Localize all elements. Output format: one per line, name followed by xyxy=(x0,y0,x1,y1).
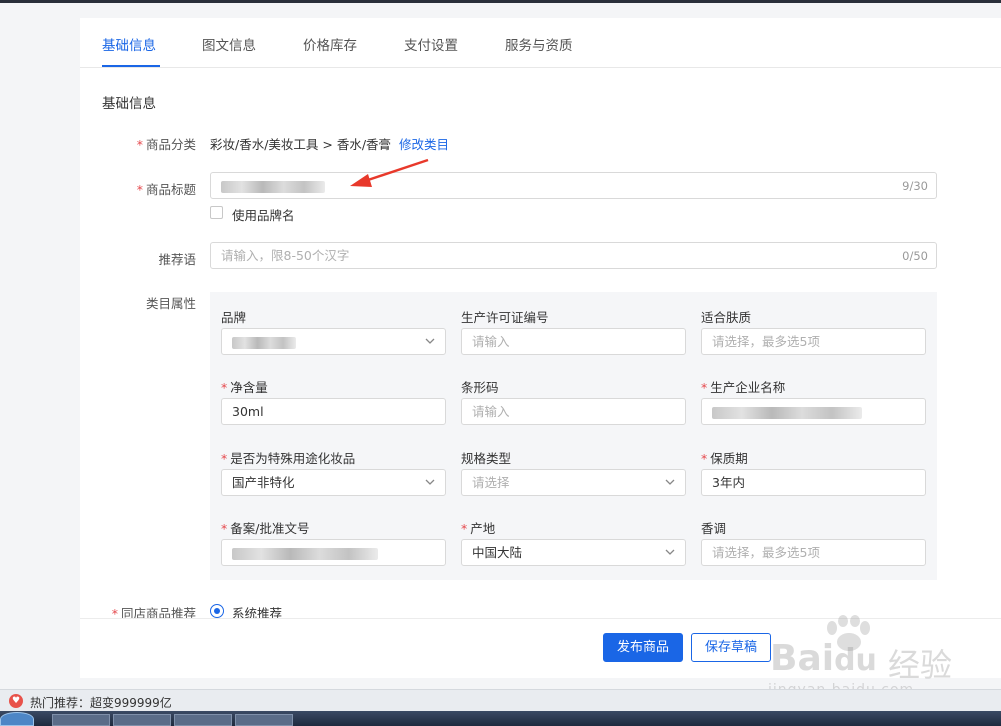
blurred-manufacturer-text xyxy=(712,406,862,419)
category-path: 彩妆/香水/美妆工具 > 香水/香膏 修改类目 xyxy=(210,134,449,153)
license-no-label: 生产许可证编号 xyxy=(461,310,549,325)
shelf-life-input[interactable]: 3年内 xyxy=(701,469,926,496)
net-content-value: 30ml xyxy=(232,404,264,419)
blurred-title-text xyxy=(221,180,325,193)
brand-select[interactable] xyxy=(221,328,446,355)
tab-graphic-info[interactable]: 图文信息 xyxy=(202,34,256,54)
origin-label: * 产地 xyxy=(461,521,496,536)
skin-type-label: 适合肤质 xyxy=(701,310,752,325)
license-no-input[interactable]: 请输入 xyxy=(461,328,686,355)
taskbar-item-folder[interactable] xyxy=(52,714,110,726)
tab-basic-info[interactable]: 基础信息 xyxy=(102,34,156,54)
scent-placeholder: 请选择，最多选5项 xyxy=(712,545,820,560)
chevron-down-icon xyxy=(425,479,435,485)
net-content-input[interactable]: 30ml xyxy=(221,398,446,425)
special-use-value: 国产非特化 xyxy=(232,475,295,490)
taskbar-item-browser[interactable] xyxy=(174,714,232,726)
start-button[interactable] xyxy=(0,712,34,726)
use-brand-label: 使用品牌名 xyxy=(232,208,295,223)
os-taskbar xyxy=(0,711,1001,726)
brand-label: 品牌 xyxy=(221,310,247,325)
category-path-text: 彩妆/香水/美妆工具 > 香水/香膏 xyxy=(210,137,392,152)
tab-price-stock[interactable]: 价格库存 xyxy=(303,34,357,54)
watermark-cn: 经验 xyxy=(888,646,953,684)
scent-select[interactable]: 请选择，最多选5项 xyxy=(701,539,926,566)
save-draft-button[interactable]: 保存草稿 xyxy=(691,633,771,662)
chevron-down-icon xyxy=(665,549,675,555)
edit-category-link[interactable]: 修改类目 xyxy=(399,137,449,152)
slogan-placeholder: 请输入，限8-50个汉字 xyxy=(221,248,350,263)
blurred-brand-text xyxy=(232,336,296,349)
shelf-life-value: 3年内 xyxy=(712,475,745,490)
title-input[interactable]: 9/30 xyxy=(210,172,937,199)
taskbar-item-app[interactable] xyxy=(113,714,171,726)
title-label: * 商品标题 xyxy=(136,182,196,197)
use-brand-checkbox[interactable] xyxy=(210,206,223,219)
product-form-card: 基础信息 图文信息 价格库存 支付设置 服务与资质 基础信息 * 商品分类 彩妆/… xyxy=(80,18,1001,678)
tab-bar: 基础信息 图文信息 价格库存 支付设置 服务与资质 xyxy=(80,18,1001,68)
barcode-label: 条形码 xyxy=(461,380,499,395)
attributes-panel: 品牌 生产许可证编号 请输入 适合肤质 请选择，最多选5项 * 净含量 30ml … xyxy=(210,292,937,580)
skin-type-select[interactable]: 请选择，最多选5项 xyxy=(701,328,926,355)
watermark-brand: Baidu xyxy=(770,638,877,679)
spec-type-select[interactable]: 请选择 xyxy=(461,469,686,496)
category-label: * 商品分类 xyxy=(136,137,196,152)
origin-select[interactable]: 中国大陆 xyxy=(461,539,686,566)
tab-payment-settings[interactable]: 支付设置 xyxy=(404,34,458,54)
chevron-down-icon xyxy=(665,479,675,485)
scent-label: 香调 xyxy=(701,521,727,536)
barcode-placeholder: 请输入 xyxy=(472,404,510,419)
status-text[interactable]: 热门推荐：超变999999亿 xyxy=(30,694,172,711)
active-tab-indicator xyxy=(102,65,160,67)
publish-button[interactable]: 发布商品 xyxy=(603,633,683,662)
license-no-placeholder: 请输入 xyxy=(472,334,510,349)
section-title: 基础信息 xyxy=(102,96,156,112)
barcode-input[interactable]: 请输入 xyxy=(461,398,686,425)
taskbar-item-media[interactable] xyxy=(235,714,293,726)
manufacturer-input[interactable] xyxy=(701,398,926,425)
title-counter: 9/30 xyxy=(902,179,928,193)
spec-type-placeholder: 请选择 xyxy=(472,475,510,490)
manufacturer-label: * 生产企业名称 xyxy=(701,380,786,395)
slogan-input[interactable]: 请输入，限8-50个汉字 0/50 xyxy=(210,242,937,269)
window-top-bar xyxy=(0,0,1001,3)
filing-no-input[interactable] xyxy=(221,539,446,566)
spec-type-label: 规格类型 xyxy=(461,451,512,466)
tab-service-qualification[interactable]: 服务与资质 xyxy=(505,34,573,54)
special-use-label: * 是否为特殊用途化妆品 xyxy=(221,451,356,466)
chevron-down-icon xyxy=(425,338,435,344)
system-recommend-radio[interactable] xyxy=(210,604,224,618)
filing-no-label: * 备案/批准文号 xyxy=(221,521,310,536)
red-arrow-annotation xyxy=(350,158,429,187)
special-use-select[interactable]: 国产非特化 xyxy=(221,469,446,496)
browser-status-bar: ♥ 热门推荐：超变999999亿 xyxy=(0,689,1001,711)
slogan-label: 推荐语 xyxy=(158,252,196,267)
net-content-label: * 净含量 xyxy=(221,380,268,395)
blurred-filing-no-text xyxy=(232,547,378,560)
skin-type-placeholder: 请选择，最多选5项 xyxy=(712,334,820,349)
origin-value: 中国大陆 xyxy=(472,545,523,560)
heart-icon: ♥ xyxy=(9,694,23,708)
shelf-life-label: * 保质期 xyxy=(701,451,748,466)
slogan-counter: 0/50 xyxy=(902,249,928,263)
attributes-label: 类目属性 xyxy=(145,296,196,311)
